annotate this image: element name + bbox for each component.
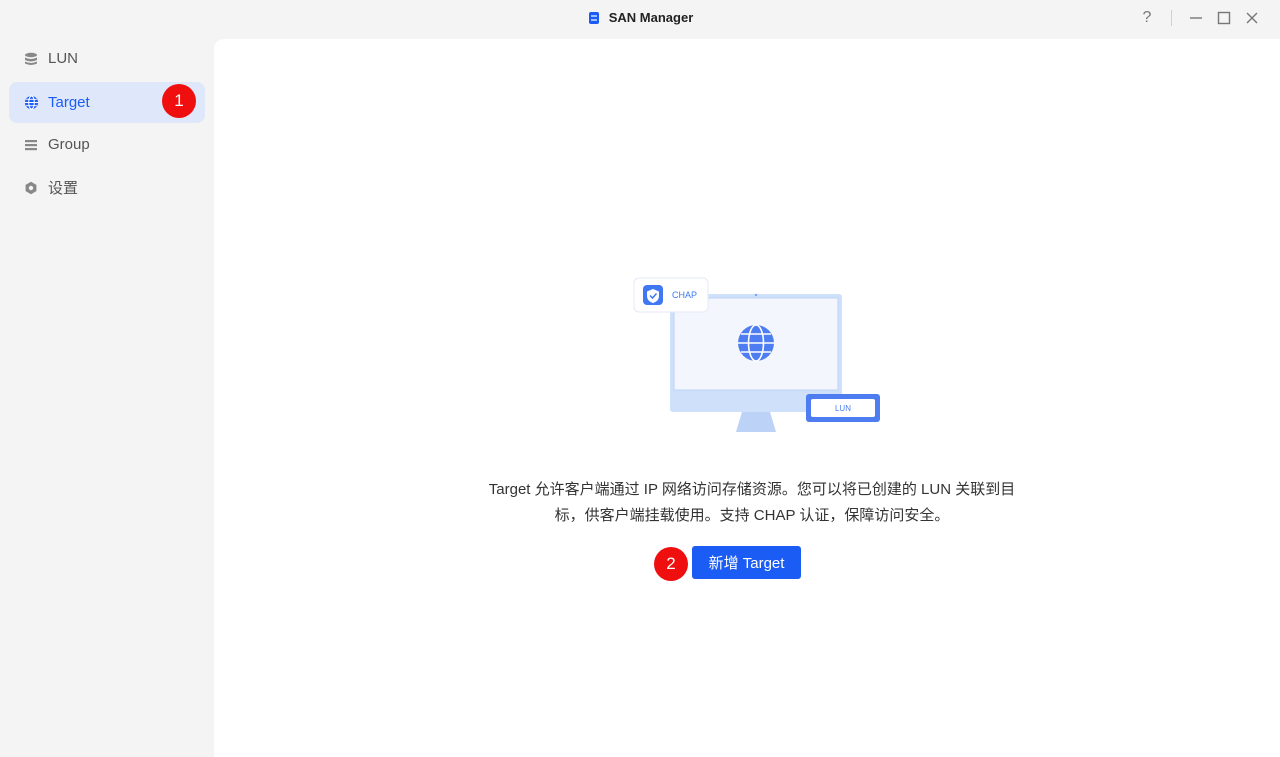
sidebar-item-group[interactable]: Group xyxy=(9,124,205,165)
chap-card: CHAP xyxy=(633,277,709,313)
app-logo-icon xyxy=(588,11,599,24)
create-target-button[interactable]: 新增 Target xyxy=(692,546,801,579)
close-button[interactable] xyxy=(1238,6,1266,30)
list-icon xyxy=(23,137,39,153)
help-button[interactable]: ? xyxy=(1133,6,1161,30)
globe-icon xyxy=(738,324,774,362)
window-title-text: SAN Manager xyxy=(608,10,694,25)
gear-icon xyxy=(23,180,39,196)
chap-label: CHAP xyxy=(672,290,697,300)
window-controls: ? xyxy=(1133,6,1266,30)
maximize-icon xyxy=(1217,11,1231,25)
lun-label: LUN xyxy=(835,404,851,413)
database-icon xyxy=(23,51,39,67)
sidebar-item-label: LUN xyxy=(48,50,79,67)
target-illustration: CHAP LUN xyxy=(633,277,880,432)
empty-state-description: Target 允许客户端通过 IP 网络访问存储资源。您可以将已创建的 LUN … xyxy=(472,477,1032,529)
close-icon xyxy=(1246,12,1258,24)
sidebar-item-label: Target xyxy=(48,94,90,111)
sidebar-item-settings[interactable]: 设置 xyxy=(9,167,205,208)
description-line-2: 标，供客户端挂载使用。支持 CHAP 认证，保障访问安全。 xyxy=(554,507,950,524)
sidebar: LUN Target Group 设置 xyxy=(0,38,214,757)
title-bar: SAN Manager ? xyxy=(0,0,1280,38)
annotation-badge-1: 1 xyxy=(162,84,196,118)
sidebar-item-lun[interactable]: LUN xyxy=(9,38,205,79)
sidebar-item-label: 设置 xyxy=(48,180,79,197)
description-line-1: Target 允许客户端通过 IP 网络访问存储资源。您可以将已创建的 LUN … xyxy=(488,481,1016,498)
minimize-button[interactable] xyxy=(1182,6,1210,30)
divider xyxy=(1171,10,1172,26)
minimize-icon xyxy=(1190,17,1202,19)
sidebar-item-label: Group xyxy=(48,136,90,153)
window-title: SAN Manager xyxy=(0,10,1280,25)
lun-card: LUN xyxy=(806,394,880,422)
globe-icon xyxy=(23,95,39,111)
maximize-button[interactable] xyxy=(1210,6,1238,30)
annotation-badge-2: 2 xyxy=(654,547,688,581)
